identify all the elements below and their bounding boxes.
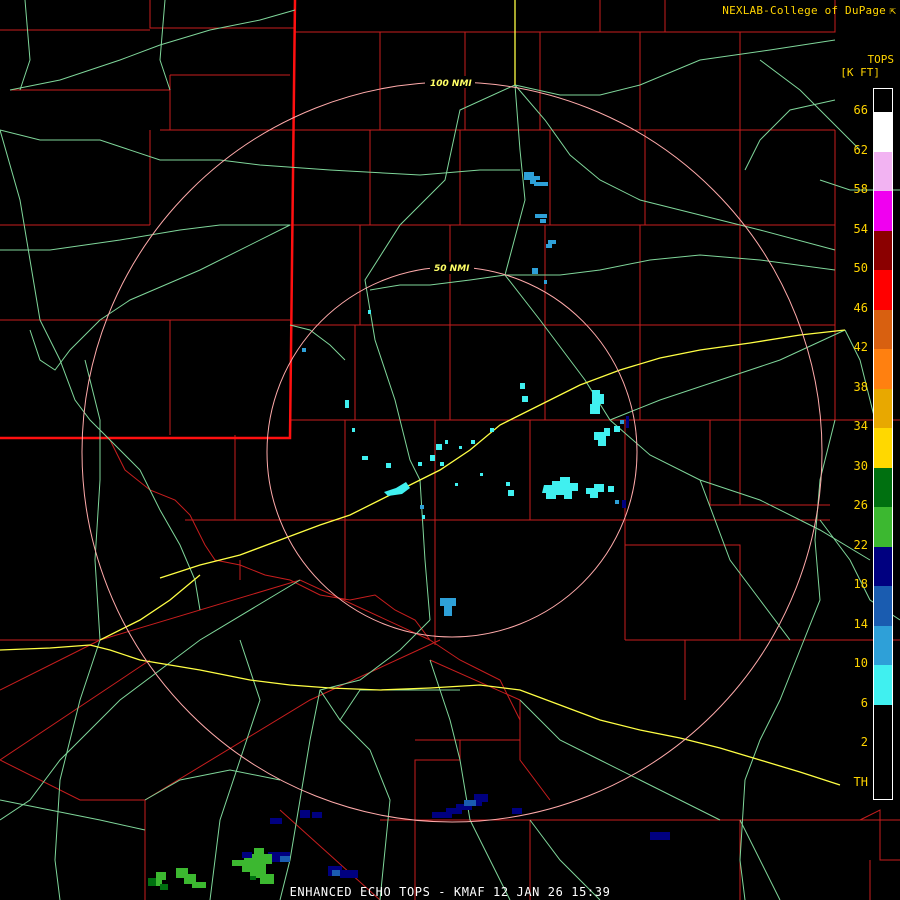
- legend-tick-label: 18: [853, 577, 868, 591]
- legend-swatch: [874, 270, 892, 310]
- legend-swatch: [874, 151, 892, 192]
- highways: [0, 0, 900, 900]
- echo-returns: [148, 172, 670, 890]
- range-rings: [81, 81, 823, 823]
- legend-tick-label: 50: [853, 261, 868, 275]
- legend-swatch: [874, 388, 892, 429]
- legend-swatch: [874, 349, 892, 389]
- ring-label-50: 50 NMI: [434, 264, 470, 274]
- legend-tick-label: 2: [860, 735, 868, 749]
- legend-tick-label: 46: [853, 300, 868, 315]
- state-line: [0, 0, 297, 440]
- legend-title-line2: [K FT]: [840, 66, 880, 79]
- legend-swatch: [874, 112, 892, 152]
- legend-swatch: [874, 665, 892, 705]
- legend-swatch: [874, 467, 892, 508]
- legend-tick-label: 66: [853, 103, 868, 117]
- legend-tick-label: 30: [853, 458, 868, 473]
- legend-tick-label: 10: [853, 656, 868, 670]
- legend-tick-label: 6: [860, 695, 868, 710]
- legend-tick-label: 62: [853, 142, 868, 157]
- legend-swatch: [874, 546, 892, 587]
- legend-color-bar: [873, 88, 893, 800]
- radar-map: 100 NMI 50 NMI: [0, 0, 900, 900]
- legend-title: TOPS [K FT]: [840, 53, 894, 79]
- legend-tick-label: 38: [853, 379, 868, 394]
- legend-tick-label: 26: [853, 498, 868, 512]
- range-ring-50nmi: [266, 266, 638, 638]
- credit-label: NEXLAB-College of DuPage: [722, 4, 886, 17]
- legend-swatch: [874, 586, 892, 626]
- legend-title-line1: TOPS: [867, 53, 895, 66]
- interstates: [0, 0, 846, 786]
- range-ring-100nmi: [81, 81, 823, 823]
- legend-tick-label: 14: [853, 616, 868, 631]
- legend-swatch: [874, 625, 892, 666]
- legend-tick-label: 54: [853, 221, 868, 236]
- product-caption: ENHANCED ECHO TOPS - KMAF 12 JAN 26 15:3…: [289, 885, 611, 899]
- legend-tick-label: 42: [853, 340, 868, 354]
- legend-swatch: [874, 309, 892, 350]
- ring-label-100: 100 NMI: [430, 79, 472, 89]
- legend-swatch: [874, 191, 892, 231]
- legend-swatch: [874, 230, 892, 271]
- legend-tick-label: 34: [853, 419, 868, 433]
- legend-tick-label: 22: [853, 537, 868, 552]
- legend-tick-label: 58: [853, 182, 868, 196]
- legend-tick-label: TH: [853, 774, 868, 789]
- cursor-arrow-icon: ⇱: [889, 4, 896, 17]
- river-boundary: [109, 439, 521, 721]
- legend-swatch: [874, 507, 892, 547]
- legend-swatch: [874, 428, 892, 468]
